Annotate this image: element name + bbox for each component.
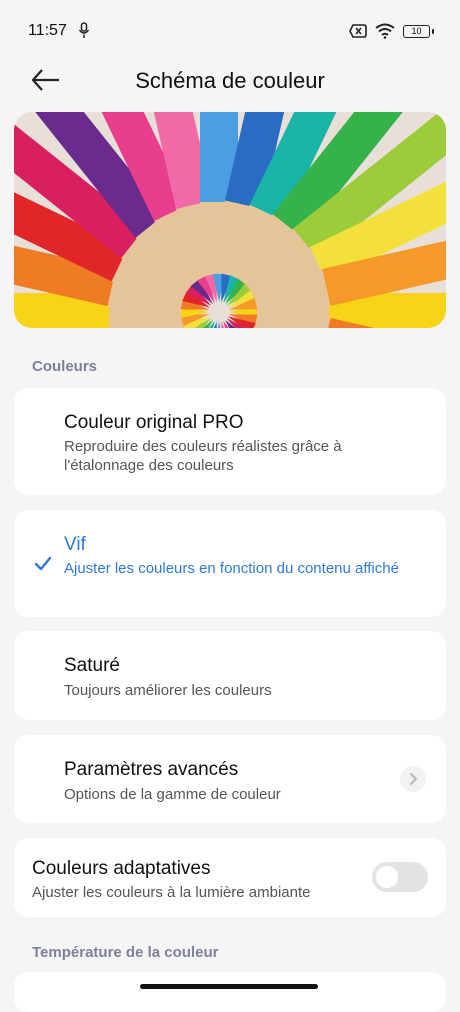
advanced-subtitle: Options de la gamme de couleur	[64, 786, 281, 803]
option-original-pro[interactable]: Couleur original PRO Reproduire des coul…	[14, 388, 446, 495]
advanced-title: Paramètres avancés	[64, 759, 239, 780]
chevron-right-icon	[400, 766, 426, 792]
temperature-card[interactable]	[14, 972, 446, 1012]
section-label-temperature: Température de la couleur	[32, 944, 219, 961]
advanced-settings-item[interactable]: Paramètres avancés Options de la gamme d…	[14, 735, 446, 823]
adaptive-colors-toggle[interactable]	[372, 862, 428, 892]
status-time: 11:57	[28, 22, 67, 39]
sim-disabled-icon	[349, 24, 367, 38]
option-vif[interactable]: Vif Ajuster les couleurs en fonction du …	[14, 510, 446, 617]
adaptive-title: Couleurs adaptatives	[32, 858, 211, 879]
battery-indicator: 10	[403, 24, 434, 38]
section-label-colors: Couleurs	[32, 358, 98, 375]
option-subtitle: Toujours améliorer les couleurs	[64, 682, 272, 699]
app-header: Schéma de couleur	[0, 54, 460, 110]
status-bar: 11:57 10	[0, 0, 460, 60]
option-title: Vif	[64, 534, 86, 555]
adaptive-subtitle: Ajuster les couleurs à la lumière ambian…	[32, 884, 311, 901]
checkmark-icon	[34, 556, 52, 571]
option-title: Saturé	[64, 655, 120, 676]
option-subtitle: Reproduire des couleurs réalistes grâce …	[64, 438, 342, 474]
home-indicator[interactable]	[140, 984, 318, 989]
option-title: Couleur original PRO	[64, 412, 244, 433]
adaptive-colors-item: Couleurs adaptatives Ajuster les couleur…	[14, 838, 446, 917]
toggle-knob	[376, 866, 398, 888]
colored-pencils-image	[14, 112, 446, 328]
microphone-icon	[78, 22, 90, 38]
wifi-icon	[375, 23, 395, 39]
option-sature[interactable]: Saturé Toujours améliorer les couleurs	[14, 631, 446, 720]
page-title: Schéma de couleur	[135, 68, 325, 93]
option-subtitle: Ajuster les couleurs en fonction du cont…	[64, 560, 399, 577]
